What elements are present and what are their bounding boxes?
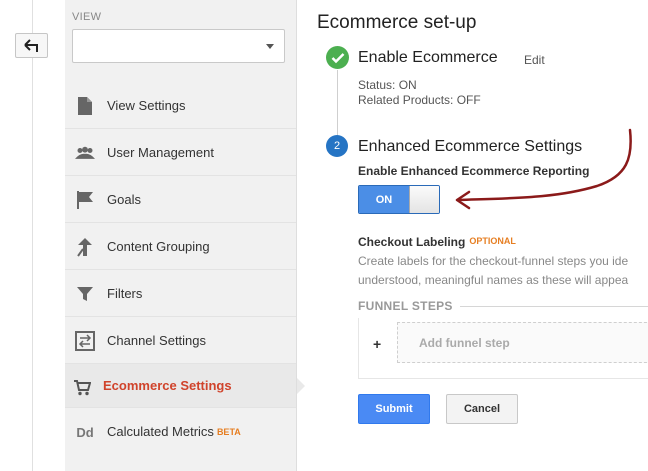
sidebar-item-label: User Management — [107, 144, 214, 160]
sidebar-item-calculated-metrics[interactable]: Dd Calculated Metrics BETA — [65, 408, 296, 455]
checkout-description-line: understood, meaningful names as these wi… — [358, 273, 629, 287]
checkout-labeling-title: Checkout Labeling — [358, 235, 466, 249]
toggle-on-label: ON — [359, 186, 409, 213]
active-indicator — [297, 378, 305, 394]
step2-number-badge: 2 — [326, 135, 348, 157]
sidebar-item-content-grouping[interactable]: Content Grouping — [65, 223, 296, 270]
checkout-description-line: Create labels for the checkout-funnel st… — [358, 254, 629, 268]
flag-icon — [75, 190, 95, 210]
ecommerce-status: Status: ON — [358, 78, 417, 92]
back-arrow-icon — [23, 38, 38, 52]
funnel-header-divider — [460, 306, 648, 307]
back-button[interactable] — [15, 33, 48, 58]
users-icon — [75, 143, 95, 163]
sidebar-item-label: Goals — [107, 191, 141, 207]
sidebar-item-label: Ecommerce Settings — [103, 378, 232, 393]
filter-icon — [75, 284, 95, 304]
content-grouping-icon — [75, 237, 95, 257]
add-funnel-step-input[interactable]: Add funnel step — [397, 322, 648, 363]
edit-link[interactable]: Edit — [524, 53, 545, 67]
left-gutter-divider — [32, 0, 33, 471]
view-label: VIEW — [72, 11, 102, 23]
sidebar-item-channel-settings[interactable]: Channel Settings — [65, 317, 296, 364]
dd-icon: Dd — [76, 424, 94, 440]
sidebar-item-ecommerce-settings[interactable]: Ecommerce Settings — [65, 364, 305, 408]
annotation-arrow — [455, 128, 632, 210]
sidebar-item-label-wrap: Calculated Metrics BETA — [107, 424, 241, 439]
sidebar-item-label: Content Grouping — [107, 238, 210, 254]
sidebar-item-goals[interactable]: Goals — [65, 176, 296, 223]
sidebar-item-filters[interactable]: Filters — [65, 270, 296, 317]
dropdown-caret-icon — [266, 44, 274, 49]
channel-settings-icon — [75, 331, 95, 351]
enhanced-reporting-toggle[interactable]: ON — [358, 185, 440, 214]
sidebar-item-label: Calculated Metrics — [107, 424, 214, 439]
beta-badge: BETA — [216, 427, 241, 437]
document-icon — [75, 96, 95, 116]
checkout-description: Create labels for the checkout-funnel st… — [358, 252, 648, 290]
checkmark-icon — [326, 46, 349, 69]
funnel-left-divider — [358, 318, 359, 378]
submit-button[interactable]: Submit — [358, 394, 430, 424]
cancel-button[interactable]: Cancel — [446, 394, 518, 424]
step-connector — [337, 70, 338, 136]
optional-badge: OPTIONAL — [469, 236, 516, 246]
sidebar-nav: View Settings User Management Goals Cont… — [65, 82, 305, 455]
funnel-steps-header: FUNNEL STEPS — [358, 299, 453, 313]
sidebar-item-label: View Settings — [107, 97, 186, 113]
main-content: Ecommerce set-up Enable Ecommerce Edit S… — [317, 0, 648, 471]
cart-icon — [72, 378, 92, 398]
related-products-status: Related Products: OFF — [358, 93, 481, 107]
step1-title: Enable Ecommerce — [358, 49, 498, 66]
sidebar-item-label: Channel Settings — [107, 332, 207, 348]
sidebar-item-view-settings[interactable]: View Settings — [65, 82, 296, 129]
sidebar-item-label: Filters — [107, 285, 143, 301]
checkout-labeling-label: Checkout Labeling OPTIONAL — [358, 235, 516, 249]
page-title: Ecommerce set-up — [317, 12, 477, 33]
add-step-plus-button[interactable]: + — [373, 336, 381, 352]
sidebar-item-user-management[interactable]: User Management — [65, 129, 296, 176]
form-divider — [358, 378, 648, 379]
view-select[interactable] — [72, 29, 285, 63]
admin-sidebar: VIEW View Settings User Management Goals — [65, 0, 305, 471]
toggle-knob — [409, 186, 439, 213]
